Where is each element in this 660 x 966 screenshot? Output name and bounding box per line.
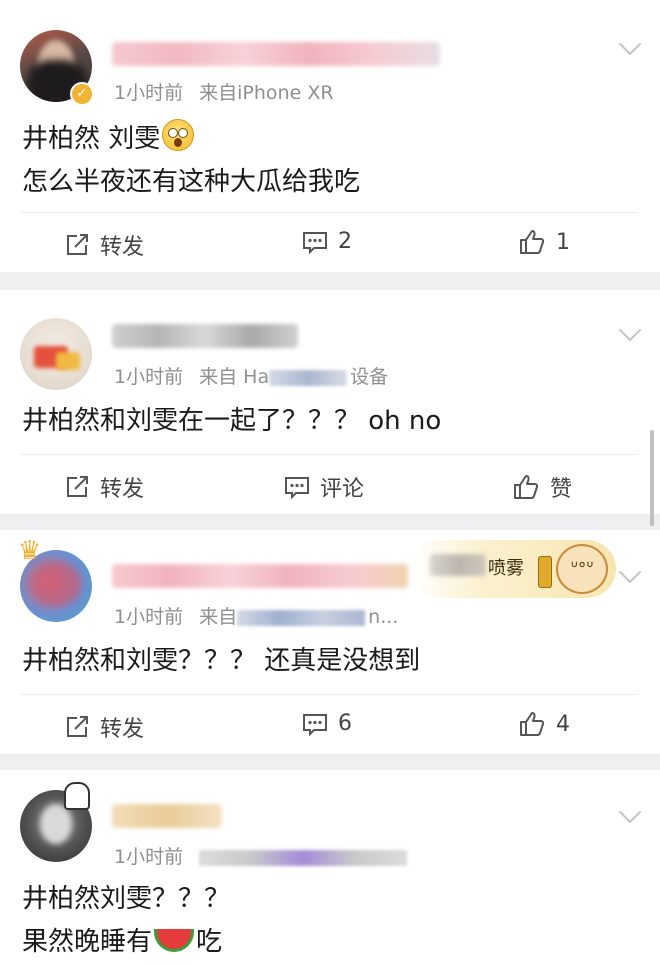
comment-card-3: ♛ 喷雾 ᐡᐤᐡ 1小时前 来自 n... 井柏然和刘雯？？？ 还真是没想到 转发… — [0, 530, 660, 754]
post-source-suffix: 设备 — [350, 366, 389, 388]
repost-button[interactable]: 转发 — [64, 711, 144, 743]
comment-text: 井柏然刘雯？？？ 果然晚睡有 吃 — [22, 878, 630, 964]
repost-icon — [67, 234, 88, 255]
ghost-badge-icon — [64, 782, 90, 810]
chevron-down-icon[interactable] — [618, 32, 642, 56]
comment-text: 井柏然 刘雯 怎么半夜还有这种大瓜给我吃 — [22, 118, 630, 204]
post-time: 1小时前 — [114, 606, 184, 628]
post-source-suffix: n... — [368, 606, 399, 628]
repost-icon — [67, 716, 88, 737]
comment-count: 2 — [338, 229, 352, 254]
blurred-device-name — [269, 369, 348, 386]
repost-button[interactable]: 转发 — [64, 229, 144, 261]
post-meta: 1小时前 来自 n... — [114, 602, 398, 629]
chevron-down-icon[interactable] — [618, 800, 642, 824]
thumbs-up-icon — [514, 475, 539, 499]
like-button[interactable]: 1 — [518, 229, 570, 255]
like-count: 1 — [556, 229, 570, 255]
blurred-badge-text — [430, 554, 486, 576]
repost-button[interactable]: 转发 — [64, 471, 144, 503]
shocked-face-icon — [162, 119, 195, 151]
post-source: 来自iPhone XR — [199, 82, 334, 104]
comment-text: 井柏然和刘雯在一起了？？？ oh no — [22, 400, 630, 443]
post-time: 1小时前 — [114, 366, 184, 388]
repost-icon — [67, 476, 88, 497]
comment-line-1: 井柏然和刘雯在一起了？？？ oh no — [22, 406, 442, 436]
username-blurred[interactable] — [112, 42, 440, 66]
comment-button[interactable]: 评论 — [284, 471, 364, 503]
post-source-prefix: 来自 — [199, 606, 238, 628]
divider — [20, 454, 638, 455]
cat-icon: ᐡᐤᐡ — [556, 544, 608, 594]
spray-badge: 喷雾 ᐡᐤᐡ — [410, 540, 616, 598]
post-meta: 1小时前 — [114, 842, 410, 869]
scrollbar[interactable] — [650, 430, 654, 526]
repost-label: 转发 — [100, 235, 145, 260]
comment-count: 6 — [338, 711, 352, 736]
comment-label: 评论 — [320, 477, 365, 502]
comment-icon — [285, 477, 309, 499]
comment-line-1: 井柏然刘雯？？？ — [22, 884, 231, 914]
comment-line-1: 井柏然 刘雯 — [22, 124, 161, 154]
comment-line-2: 怎么半夜还有这种大瓜给我吃 — [22, 167, 361, 197]
comment-card-2: 1小时前 来自 Ha 设备 井柏然和刘雯在一起了？？？ oh no 转发 评论 赞 — [0, 290, 660, 514]
blurred-device-name — [237, 609, 366, 626]
post-time: 1小时前 — [114, 846, 184, 868]
comment-button[interactable]: 2 — [302, 229, 352, 254]
username-blurred[interactable] — [112, 804, 222, 828]
watermelon-icon — [154, 929, 195, 952]
verified-badge-icon: ✓ — [70, 82, 94, 106]
thumbs-up-icon — [520, 230, 545, 254]
crown-badge-icon: ♛ — [18, 536, 42, 566]
divider — [20, 212, 638, 213]
chevron-down-icon[interactable] — [618, 560, 642, 584]
comment-line-1: 井柏然和刘雯？？？ 还真是没想到 — [22, 646, 421, 676]
post-time: 1小时前 — [114, 82, 184, 104]
repost-label: 转发 — [100, 717, 145, 742]
username-blurred[interactable] — [112, 324, 298, 348]
like-button[interactable]: 赞 — [512, 471, 572, 503]
chevron-down-icon[interactable] — [618, 318, 642, 342]
repost-label: 转发 — [100, 477, 145, 502]
username-blurred[interactable] — [112, 564, 408, 588]
comment-icon — [303, 231, 327, 254]
post-source-prefix: 来自 Ha — [199, 366, 270, 388]
badge-text: 喷雾 — [488, 558, 524, 579]
comment-line-2: 果然晚睡有 吃 — [22, 921, 630, 964]
comment-icon — [303, 713, 327, 736]
comment-card-4: 1小时前 井柏然刘雯？？？ 果然晚睡有 吃 — [0, 770, 660, 966]
comment-line-2-end: 吃 — [196, 927, 223, 957]
comment-card-1: ✓ 1小时前 来自iPhone XR 井柏然 刘雯 怎么半夜还有这种大瓜给我吃 … — [0, 0, 660, 272]
comment-line-2-start: 果然晚睡有 — [22, 927, 153, 957]
spray-can-icon — [538, 556, 552, 588]
comment-text: 井柏然和刘雯？？？ 还真是没想到 — [22, 640, 630, 683]
like-label: 赞 — [550, 477, 573, 502]
post-meta: 1小时前 来自iPhone XR — [114, 78, 334, 105]
avatar[interactable] — [20, 318, 92, 390]
divider — [20, 694, 638, 695]
blurred-source — [199, 849, 408, 866]
post-meta: 1小时前 来自 Ha 设备 — [114, 362, 388, 389]
comment-button[interactable]: 6 — [302, 711, 352, 736]
like-button[interactable]: 4 — [518, 711, 570, 737]
like-count: 4 — [556, 711, 570, 737]
thumbs-up-icon — [520, 712, 545, 736]
